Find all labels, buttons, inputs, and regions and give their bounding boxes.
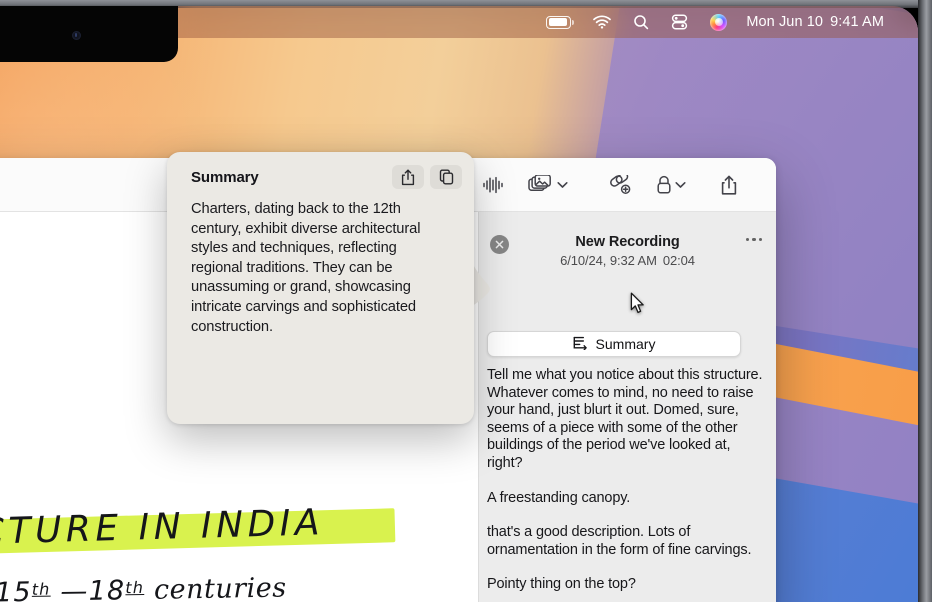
toolbar-icon-group	[470, 158, 750, 212]
recording-duration: 02:04	[662, 253, 695, 268]
handwritten-subtitle: 15th —18th centuries	[0, 572, 287, 602]
subtitle-number-1: 15	[0, 576, 33, 602]
screen: Mon Jun 10 9:41 AM ITECTURE IN INDIA 15t…	[0, 0, 932, 602]
recording-header: New Recording 6/10/24, 9:32 AM 02:04	[479, 212, 776, 286]
lock-icon[interactable]	[644, 158, 698, 212]
popover-title: Summary	[191, 168, 259, 186]
subtitle-word: centuries	[153, 572, 287, 602]
transcript-paragraph: A freestanding canopy.	[487, 489, 631, 506]
copy-icon[interactable]	[430, 165, 462, 189]
summarize-icon	[573, 336, 589, 353]
camera-notch	[0, 6, 178, 62]
menu-bar-clock[interactable]: Mon Jun 10 9:41 AM	[738, 14, 884, 30]
transcript-paragraph: Pointy thing on the top?	[487, 576, 636, 593]
collaborate-link-icon[interactable]	[580, 158, 644, 212]
popover-tail	[472, 262, 490, 306]
search-icon[interactable]	[622, 6, 660, 38]
recording-title: New Recording	[575, 234, 680, 250]
share-icon[interactable]	[698, 158, 750, 212]
recording-date: 6/10/24, 9:32 AM	[560, 253, 657, 268]
recording-panel: New Recording 6/10/24, 9:32 AM 02:04 Summ…	[478, 212, 776, 602]
popover-header: Summary	[167, 152, 474, 189]
media-chevron-down-icon[interactable]	[557, 176, 568, 194]
subtitle-ordinal-1: th	[31, 579, 51, 599]
wifi-icon[interactable]	[582, 6, 622, 38]
battery-icon[interactable]	[535, 6, 582, 38]
camera-icon	[72, 31, 81, 40]
subtitle-ordinal-2: th	[125, 577, 145, 598]
bezel-right	[918, 0, 932, 602]
audio-waveform-icon[interactable]	[470, 158, 516, 212]
subtitle-dash: —	[60, 575, 89, 602]
summary-button[interactable]: Summary	[487, 331, 741, 357]
handwritten-title: ITECTURE IN INDIA	[0, 502, 325, 555]
menu-bar-day: Mon Jun 10	[746, 14, 824, 30]
menu-bar-time: 9:41 AM	[830, 14, 884, 30]
media-insert-icon[interactable]	[516, 158, 580, 212]
transcript-paragraph: Tell me what you notice about this struc…	[487, 367, 763, 471]
control-center-icon[interactable]	[660, 6, 699, 38]
summary-popover: Summary Charters, dating back to the 12t…	[167, 152, 474, 424]
ellipsis-icon[interactable]	[745, 238, 762, 242]
mouse-pointer-icon	[630, 292, 644, 314]
lock-chevron-down-icon[interactable]	[675, 176, 686, 194]
recording-meta: 6/10/24, 9:32 AM 02:04	[479, 250, 776, 268]
share-icon[interactable]	[392, 165, 424, 189]
transcript-paragraph: that's a good description. Lots of ornam…	[487, 524, 752, 558]
siri-icon[interactable]	[699, 6, 738, 38]
close-icon[interactable]	[490, 235, 509, 254]
menu-bar: Mon Jun 10 9:41 AM	[178, 6, 918, 38]
transcript-text[interactable]: Tell me what you notice about this struc…	[487, 367, 765, 602]
subtitle-number-2: 18	[88, 575, 126, 602]
summary-button-label: Summary	[595, 336, 656, 352]
popover-body: Charters, dating back to the 12th centur…	[191, 201, 421, 335]
